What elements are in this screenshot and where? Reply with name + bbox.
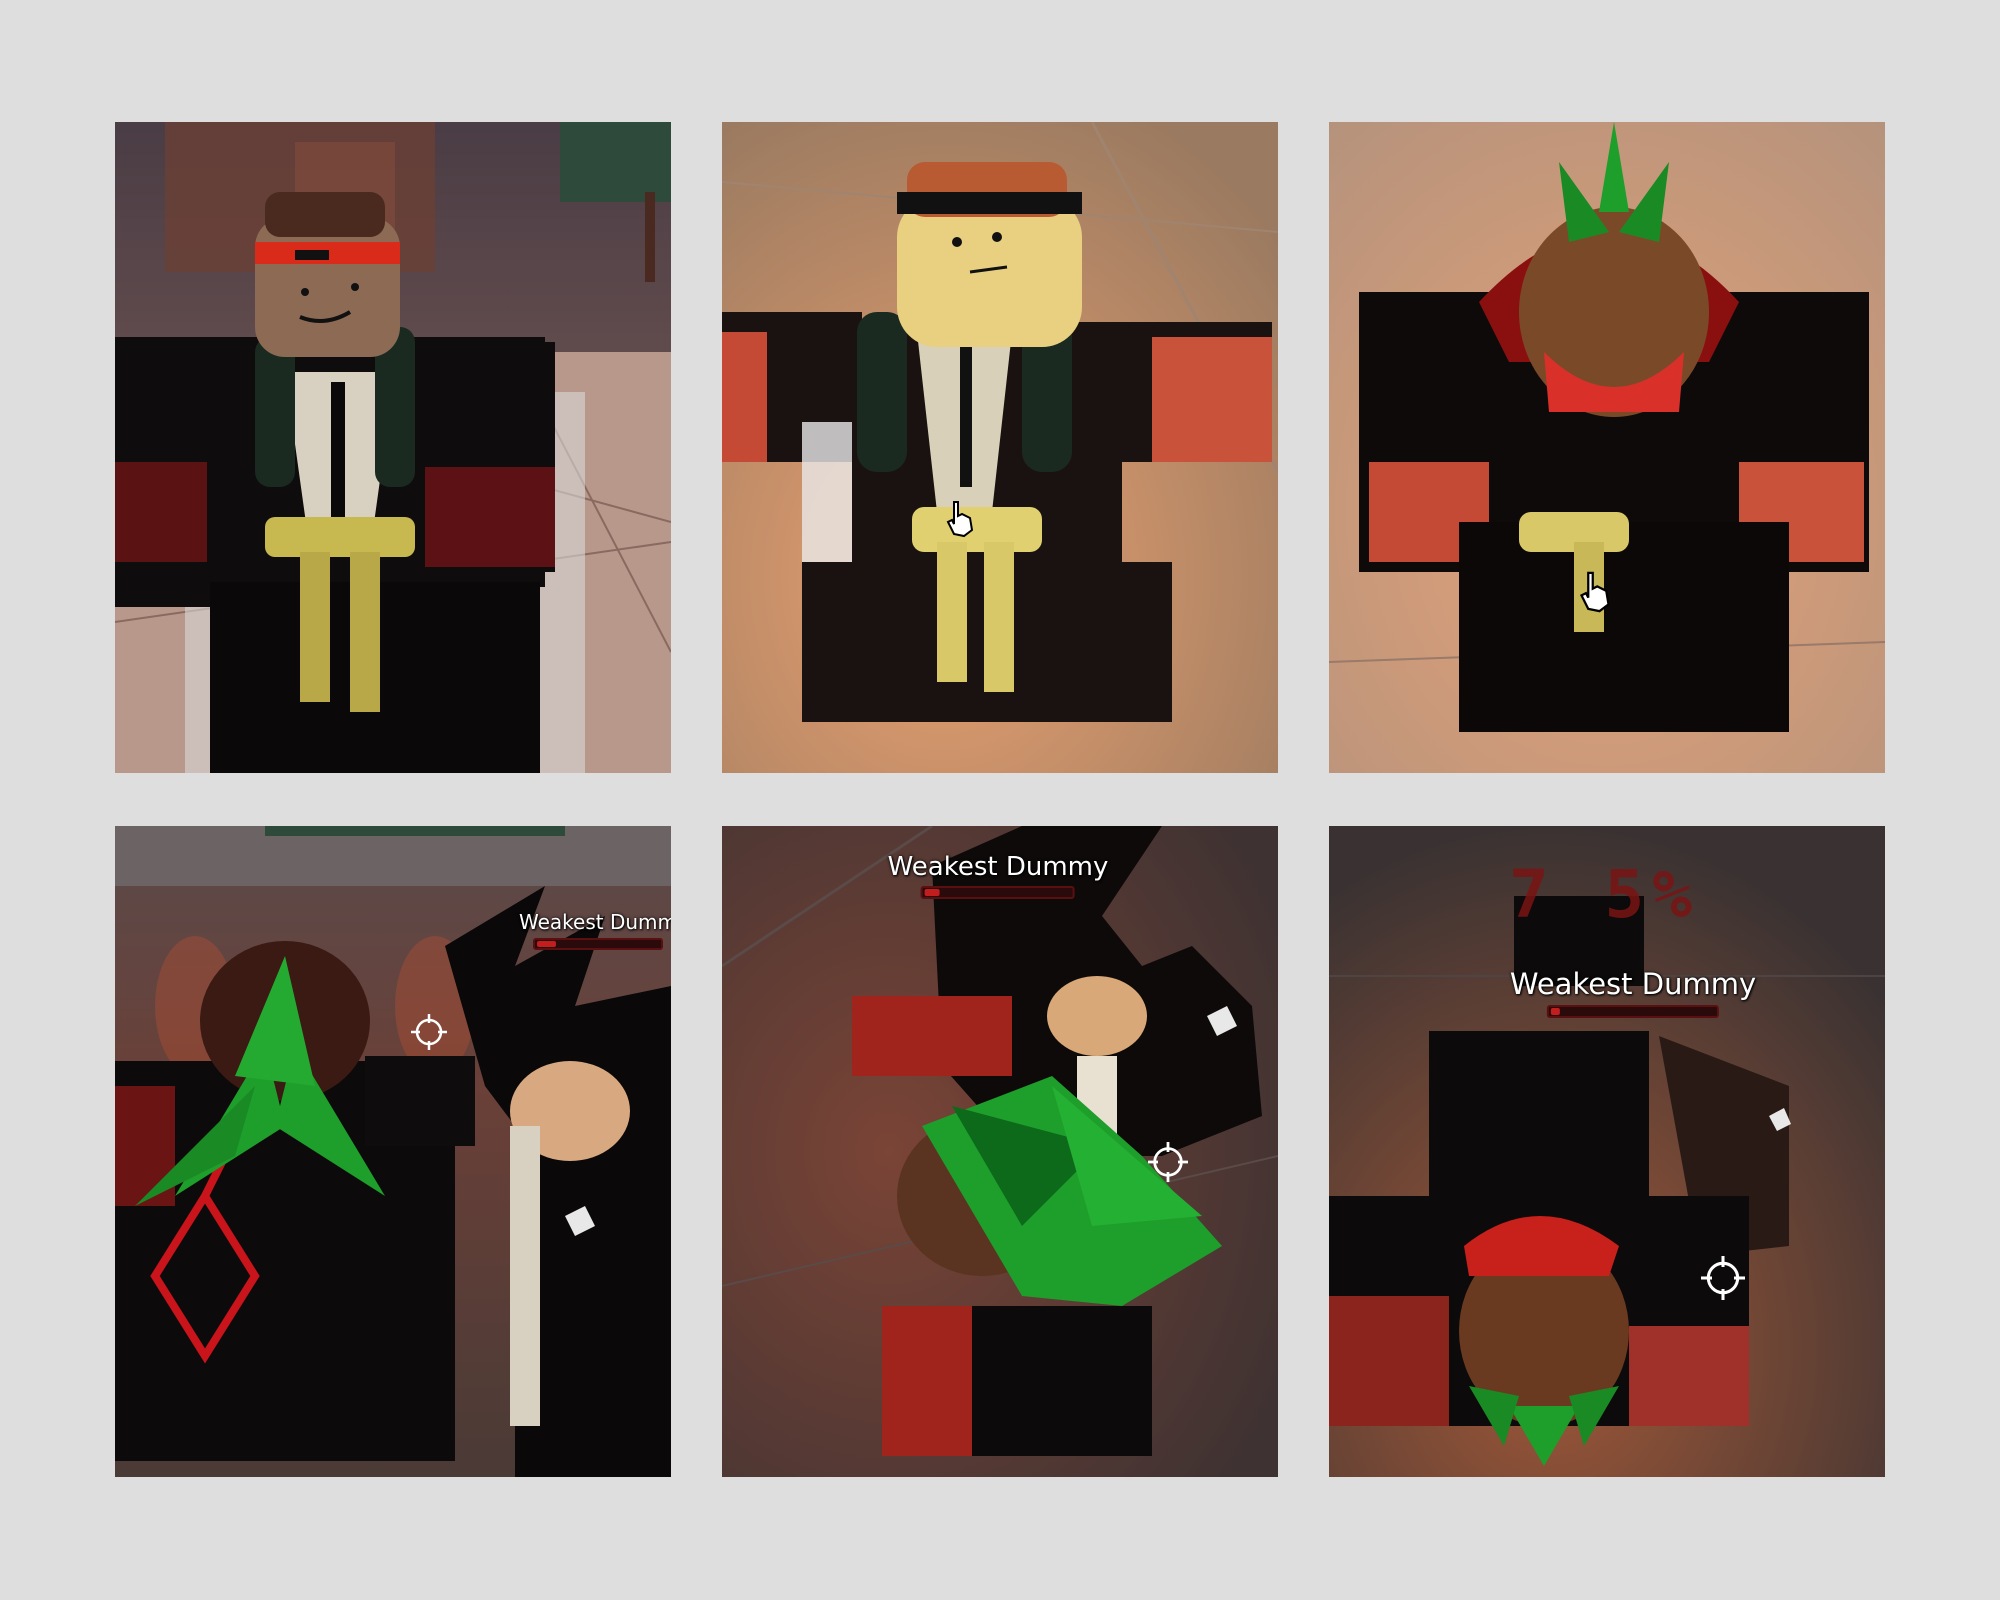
enemy-name-label: Weakest Dumm: [519, 910, 671, 934]
enemy-nameplate: Weakest Dummy: [1510, 967, 1756, 1018]
crosshair-icon: [1148, 1142, 1188, 1186]
screenshot-panel-4: Weakest Dumm: [115, 826, 671, 1477]
enemy-nameplate: Weakest Dummy: [887, 852, 1109, 899]
screenshot-panel-6: 7 5% Weakest Dummy: [1329, 826, 1885, 1477]
screenshot-panel-3: [1329, 122, 1885, 773]
hand-pointer-icon: [944, 500, 976, 542]
avatar-lookdown-scene: [1329, 122, 1885, 773]
enemy-health-fill: [924, 889, 940, 896]
enemy-health-bar: [1546, 1005, 1719, 1018]
enemy-health-bar: [533, 938, 663, 950]
enemy-name-label: Weakest Dummy: [1509, 967, 1757, 1001]
crosshair-icon: [411, 1014, 447, 1054]
screenshot-panel-5: Weakest Dummy: [722, 826, 1278, 1477]
screenshot-panel-1: [115, 122, 671, 773]
enemy-name-label: Weakest Dummy: [887, 852, 1109, 882]
enemy-nameplate: Weakest Dumm: [519, 910, 671, 950]
combat-scene-5: [722, 826, 1278, 1477]
avatar-closeup-scene: [722, 122, 1278, 773]
avatar-front-scene: [115, 122, 671, 773]
crosshair-icon: [1701, 1256, 1745, 1304]
hit-percent-indicator: 7 5%: [1509, 856, 1700, 933]
enemy-health-bar: [920, 886, 1075, 899]
enemy-health-fill: [537, 941, 556, 947]
screenshot-panel-2: [722, 122, 1278, 773]
enemy-health-fill: [1550, 1008, 1560, 1015]
hand-pointer-icon: [1577, 570, 1613, 618]
